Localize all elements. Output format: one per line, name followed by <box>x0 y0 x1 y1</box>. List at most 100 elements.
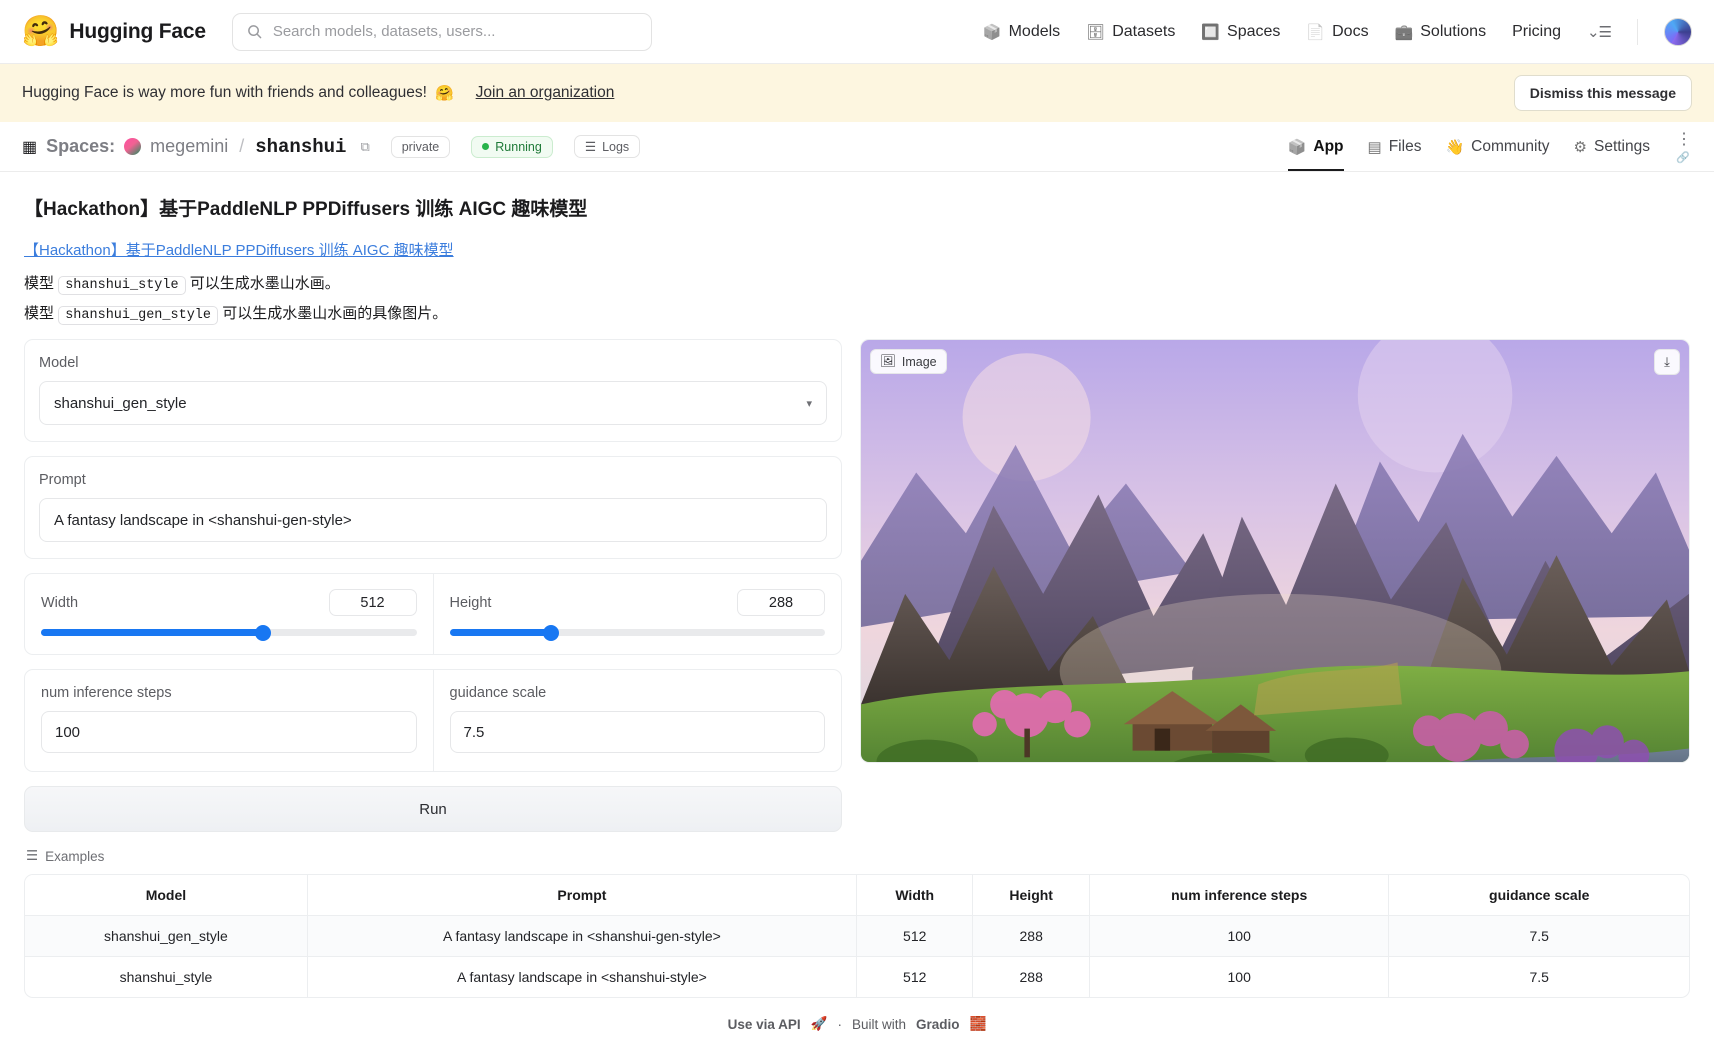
tab-app[interactable]: 📦 App <box>1287 122 1344 171</box>
controls-column: Model shanshui_gen_style ▾ Prompt A fant… <box>24 339 842 832</box>
download-image-button[interactable]: ⤓ <box>1654 349 1680 375</box>
cell-height[interactable]: 288 <box>973 957 1090 997</box>
height-label: Height <box>449 594 492 611</box>
user-avatar[interactable] <box>1664 17 1692 46</box>
nav-item-docs[interactable]: 📄 Docs <box>1306 23 1368 41</box>
nav-label-pricing: Pricing <box>1512 22 1561 40</box>
height-value-box[interactable]: 288 <box>737 589 825 616</box>
hugging-face-logo-icon: 🤗 <box>22 14 60 48</box>
tab-settings[interactable]: ⚙ Settings <box>1574 122 1650 171</box>
use-via-api-link[interactable]: Use via API <box>728 1017 801 1032</box>
space-owner-link[interactable]: megemini <box>150 136 228 157</box>
rocket-icon: 🚀 <box>810 1016 828 1031</box>
owner-avatar <box>124 138 142 155</box>
gradio-logo-icon: 🧱 <box>969 1016 987 1031</box>
tab-label-community: Community <box>1471 137 1550 155</box>
desc2-prefix: 模型 <box>24 305 55 322</box>
join-organization-link[interactable]: Join an organization <box>476 84 615 102</box>
width-slider-header: Width 512 <box>41 589 417 616</box>
search-box[interactable] <box>231 12 652 51</box>
brand-home-link[interactable]: 🤗 Hugging Face <box>22 14 206 48</box>
document-icon: 📄 <box>1306 23 1326 41</box>
status-badge: Running <box>471 135 553 158</box>
breadcrumb-separator: / <box>239 136 245 156</box>
height-slider-fill <box>449 629 551 636</box>
briefcase-icon: 💼 <box>1394 23 1414 41</box>
column-header-prompt: Prompt <box>307 875 857 916</box>
logs-icon: ☰ <box>584 140 597 154</box>
nav-divider <box>1637 18 1638 45</box>
image-icon: 🖼 <box>880 354 896 368</box>
cell-steps[interactable]: 100 <box>1089 916 1390 957</box>
documentation-link[interactable]: 【Hackathon】基于PaddleNLP PPDiffusers 训练 AI… <box>24 239 1690 260</box>
prompt-panel: Prompt A fantasy landscape in <shanshui-… <box>24 456 842 559</box>
tab-label-settings: Settings <box>1593 137 1650 155</box>
tab-community[interactable]: 👋 Community <box>1445 122 1549 171</box>
cell-height[interactable]: 288 <box>973 916 1090 957</box>
link-icon[interactable]: 🔗 <box>1676 151 1690 164</box>
copy-icon[interactable]: ⧉ <box>360 139 369 155</box>
logs-button[interactable]: ☰ Logs <box>573 135 641 158</box>
table-row[interactable]: shanshui_gen_style A fantasy landscape i… <box>25 916 1689 957</box>
model-panel: Model shanshui_gen_style ▾ <box>24 339 842 442</box>
search-input[interactable] <box>270 22 637 41</box>
database-icon: 🗄 <box>1086 23 1106 41</box>
dismiss-message-button[interactable]: Dismiss this message <box>1513 75 1692 111</box>
app-columns: Model shanshui_gen_style ▾ Prompt A fant… <box>24 339 1690 832</box>
nav-label-datasets: Datasets <box>1112 22 1176 40</box>
model-label: Model <box>39 355 79 371</box>
nav-overflow-menu-icon[interactable]: ⌄☰ <box>1587 23 1612 41</box>
height-slider-knob[interactable] <box>542 624 559 641</box>
hugging-face-emoji-icon: 🤗 <box>434 85 454 102</box>
cell-width[interactable]: 512 <box>857 957 974 997</box>
cell-width[interactable]: 512 <box>856 916 974 957</box>
space-header-bar: ▦ Spaces: megemini / shanshui ⧉ private … <box>0 122 1714 172</box>
description-line-2: 模型 shanshui_gen_style 可以生成水墨山水画的具像图片。 <box>24 302 1690 325</box>
prompt-input[interactable]: A fantasy landscape in <shanshui-gen-sty… <box>39 498 827 542</box>
nav-item-pricing[interactable]: Pricing <box>1512 23 1561 41</box>
tab-files[interactable]: ▤ Files <box>1368 122 1422 171</box>
tab-label-app: App <box>1313 137 1344 155</box>
width-slider-knob[interactable] <box>254 624 271 641</box>
steps-input[interactable]: 100 <box>41 711 417 753</box>
cell-model[interactable]: shanshui_gen_style <box>25 916 308 957</box>
width-slider-track[interactable] <box>41 624 417 641</box>
cell-guidance[interactable]: 7.5 <box>1389 916 1689 957</box>
cell-prompt[interactable]: A fantasy landscape in <shanshui-gen-sty… <box>307 916 857 957</box>
run-button[interactable]: Run <box>24 786 842 832</box>
guidance-label: guidance scale <box>449 685 547 701</box>
cell-guidance[interactable]: 7.5 <box>1389 957 1689 997</box>
guidance-input[interactable]: 7.5 <box>449 711 825 753</box>
visibility-badge: private <box>390 135 451 158</box>
image-output-panel: 🖼 Image ⤓ <box>860 339 1690 763</box>
cell-model[interactable]: shanshui_style <box>25 957 308 997</box>
steps-input-value: 100 <box>55 723 81 741</box>
space-breadcrumb: ▦ Spaces: megemini / shanshui ⧉ private … <box>22 135 641 158</box>
width-slider-fill <box>41 629 263 636</box>
use-via-api-label: Use via API <box>727 1016 801 1032</box>
gradio-link[interactable]: Gradio <box>916 1017 960 1032</box>
nav-item-datasets[interactable]: 🗄 Datasets <box>1086 23 1175 41</box>
nav-label-docs: Docs <box>1332 22 1369 40</box>
gradio-brand-label: Gradio <box>916 1016 960 1032</box>
overflow-kebab-icon[interactable]: ⋮ <box>1676 129 1692 149</box>
nav-item-spaces[interactable]: 🔲 Spaces <box>1201 23 1280 41</box>
steps-label: num inference steps <box>41 685 172 701</box>
nav-item-models[interactable]: 📦 Models <box>983 23 1060 41</box>
width-value-box[interactable]: 512 <box>328 589 417 616</box>
model-select-value: shanshui_gen_style <box>54 394 187 412</box>
files-icon: ▤ <box>1367 138 1382 156</box>
examples-table: Model Prompt Width Height num inference … <box>24 874 1690 998</box>
image-output-tag: 🖼 Image <box>870 349 947 374</box>
cube-icon: 📦 <box>1287 138 1307 156</box>
desc1-code: shanshui_style <box>58 276 186 295</box>
cell-prompt[interactable]: A fantasy landscape in <shanshui-style> <box>308 957 857 997</box>
organization-promo-banner: Hugging Face is way more fun with friend… <box>0 64 1714 122</box>
spaces-label: Spaces: <box>46 136 116 156</box>
nav-item-solutions[interactable]: 💼 Solutions <box>1395 23 1487 41</box>
model-select[interactable]: shanshui_gen_style ▾ <box>39 381 827 425</box>
cell-steps[interactable]: 100 <box>1090 957 1390 997</box>
table-row[interactable]: shanshui_style A fantasy landscape in <s… <box>25 957 1689 997</box>
height-slider-group: Height 288 <box>432 574 842 654</box>
height-slider-track[interactable] <box>449 624 825 641</box>
